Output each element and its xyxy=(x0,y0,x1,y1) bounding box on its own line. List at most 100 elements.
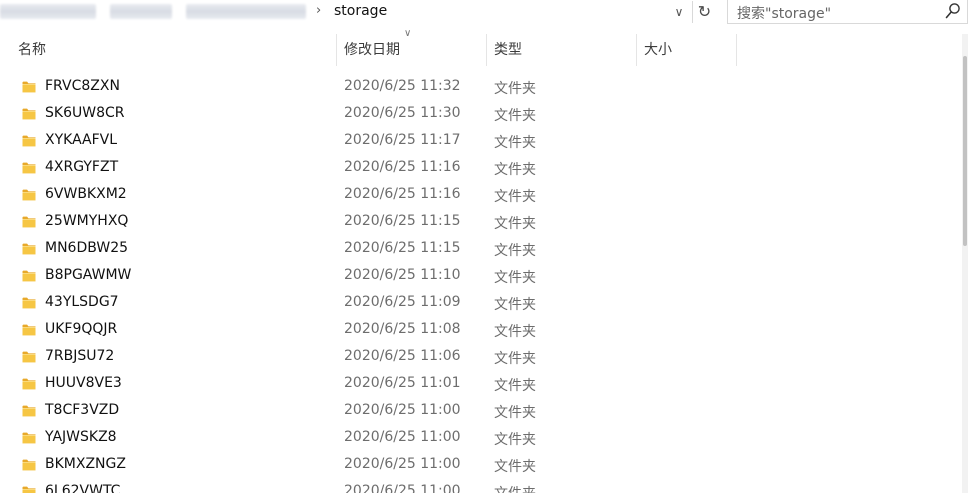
vertical-scrollbar[interactable] xyxy=(962,34,968,493)
folder-icon xyxy=(22,243,36,255)
column-divider[interactable] xyxy=(736,34,737,66)
file-date: 2020/6/25 11:00 xyxy=(344,429,461,445)
folder-icon xyxy=(22,297,36,309)
folder-icon xyxy=(22,459,36,471)
file-row[interactable]: YAJWSKZ8 2020/6/25 11:00 文件夹 xyxy=(0,425,960,452)
column-type-header[interactable]: 类型 xyxy=(494,34,522,66)
file-name[interactable]: 6L62VWTC xyxy=(45,483,120,493)
sort-chevron-down-icon: ∨ xyxy=(404,28,412,39)
breadcrumb-current-folder[interactable]: storage xyxy=(334,3,387,19)
file-row[interactable]: B8PGAWMW 2020/6/25 11:10 文件夹 xyxy=(0,263,960,290)
file-name[interactable]: 4XRGYFZT xyxy=(45,159,118,175)
file-type: 文件夹 xyxy=(494,432,536,448)
file-name[interactable]: 43YLSDG7 xyxy=(45,294,119,310)
address-history-chevron-down-icon[interactable]: ∨ xyxy=(669,2,689,22)
breadcrumb[interactable]: › storage xyxy=(0,0,690,24)
column-divider[interactable] xyxy=(336,34,337,66)
file-row[interactable]: 6L62VWTC 2020/6/25 11:00 文件夹 xyxy=(0,479,960,493)
file-date: 2020/6/25 11:32 xyxy=(344,78,461,94)
folder-icon xyxy=(22,405,36,417)
file-date: 2020/6/25 11:16 xyxy=(344,186,461,202)
file-type: 文件夹 xyxy=(494,135,536,151)
file-date: 2020/6/25 11:16 xyxy=(344,159,461,175)
file-date: 2020/6/25 11:00 xyxy=(344,483,461,493)
file-date: 2020/6/25 11:15 xyxy=(344,240,461,256)
file-name[interactable]: UKF9QQJR xyxy=(45,321,117,337)
file-name[interactable]: 6VWBKXM2 xyxy=(45,186,127,202)
file-row[interactable]: BKMXZNGZ 2020/6/25 11:00 文件夹 xyxy=(0,452,960,479)
breadcrumb-item-blurred[interactable] xyxy=(186,4,306,19)
file-type: 文件夹 xyxy=(494,216,536,232)
file-row[interactable]: 6VWBKXM2 2020/6/25 11:16 文件夹 xyxy=(0,182,960,209)
folder-icon xyxy=(22,216,36,228)
file-row[interactable]: HUUV8VE3 2020/6/25 11:01 文件夹 xyxy=(0,371,960,398)
file-name[interactable]: MN6DBW25 xyxy=(45,240,128,256)
file-name[interactable]: HUUV8VE3 xyxy=(45,375,122,391)
file-row[interactable]: MN6DBW25 2020/6/25 11:15 文件夹 xyxy=(0,236,960,263)
file-date: 2020/6/25 11:10 xyxy=(344,267,461,283)
file-type: 文件夹 xyxy=(494,378,536,394)
file-date: 2020/6/25 11:01 xyxy=(344,375,461,391)
file-name[interactable]: 7RBJSU72 xyxy=(45,348,114,364)
file-date: 2020/6/25 11:00 xyxy=(344,456,461,472)
breadcrumb-item-blurred[interactable] xyxy=(110,4,172,19)
scrollbar-thumb[interactable] xyxy=(963,56,967,246)
column-date-header[interactable]: 修改日期 xyxy=(344,34,400,66)
file-type: 文件夹 xyxy=(494,270,536,286)
search-placeholder: 搜索"storage" xyxy=(737,6,832,22)
column-name-header[interactable]: 名称 xyxy=(18,34,46,66)
folder-icon xyxy=(22,135,36,147)
file-row[interactable]: 7RBJSU72 2020/6/25 11:06 文件夹 xyxy=(0,344,960,371)
file-date: 2020/6/25 11:15 xyxy=(344,213,461,229)
file-date: 2020/6/25 11:30 xyxy=(344,105,461,121)
search-icon[interactable] xyxy=(945,2,961,20)
file-type: 文件夹 xyxy=(494,108,536,124)
breadcrumb-separator-icon[interactable]: › xyxy=(316,3,321,18)
file-name[interactable]: 25WMYHXQ xyxy=(45,213,128,229)
file-name[interactable]: YAJWSKZ8 xyxy=(45,429,117,445)
file-name[interactable]: T8CF3VZD xyxy=(45,402,119,418)
file-type: 文件夹 xyxy=(494,405,536,421)
folder-icon xyxy=(22,108,36,120)
column-divider[interactable] xyxy=(486,34,487,66)
breadcrumb-item-blurred[interactable] xyxy=(0,4,96,19)
file-row[interactable]: 43YLSDG7 2020/6/25 11:09 文件夹 xyxy=(0,290,960,317)
file-type: 文件夹 xyxy=(494,324,536,340)
file-row[interactable]: XYKAAFVL 2020/6/25 11:17 文件夹 xyxy=(0,128,960,155)
file-row[interactable]: FRVC8ZXN 2020/6/25 11:32 文件夹 xyxy=(0,74,960,101)
file-name[interactable]: SK6UW8CR xyxy=(45,105,124,121)
column-size-header[interactable]: 大小 xyxy=(644,34,672,66)
folder-icon xyxy=(22,189,36,201)
file-type: 文件夹 xyxy=(494,483,536,493)
file-list: FRVC8ZXN 2020/6/25 11:32 文件夹 SK6UW8CR 2020/6… xyxy=(0,74,960,493)
file-type: 文件夹 xyxy=(494,459,536,475)
folder-icon xyxy=(22,162,36,174)
file-type: 文件夹 xyxy=(494,297,536,313)
folder-icon xyxy=(22,270,36,282)
folder-icon xyxy=(22,432,36,444)
search-input[interactable]: 搜索"storage" xyxy=(727,0,968,24)
address-toolbar: › storage ∨ ↻ 搜索"storage" xyxy=(0,0,968,24)
file-name[interactable]: BKMXZNGZ xyxy=(45,456,126,472)
refresh-icon[interactable]: ↻ xyxy=(692,1,716,23)
file-date: 2020/6/25 11:17 xyxy=(344,132,461,148)
file-row[interactable]: SK6UW8CR 2020/6/25 11:30 文件夹 xyxy=(0,101,960,128)
column-header: 名称 ∨ 修改日期 类型 大小 xyxy=(0,28,960,66)
file-type: 文件夹 xyxy=(494,162,536,178)
folder-icon xyxy=(22,486,36,493)
column-divider[interactable] xyxy=(636,34,637,66)
file-row[interactable]: 25WMYHXQ 2020/6/25 11:15 文件夹 xyxy=(0,209,960,236)
file-row[interactable]: UKF9QQJR 2020/6/25 11:08 文件夹 xyxy=(0,317,960,344)
file-type: 文件夹 xyxy=(494,351,536,367)
file-type: 文件夹 xyxy=(494,81,536,97)
file-row[interactable]: T8CF3VZD 2020/6/25 11:00 文件夹 xyxy=(0,398,960,425)
file-type: 文件夹 xyxy=(494,189,536,205)
file-row[interactable]: 4XRGYFZT 2020/6/25 11:16 文件夹 xyxy=(0,155,960,182)
file-date: 2020/6/25 11:08 xyxy=(344,321,461,337)
folder-icon xyxy=(22,378,36,390)
file-date: 2020/6/25 11:06 xyxy=(344,348,461,364)
file-name[interactable]: FRVC8ZXN xyxy=(45,78,120,94)
file-date: 2020/6/25 11:00 xyxy=(344,402,461,418)
file-name[interactable]: B8PGAWMW xyxy=(45,267,131,283)
file-name[interactable]: XYKAAFVL xyxy=(45,132,117,148)
